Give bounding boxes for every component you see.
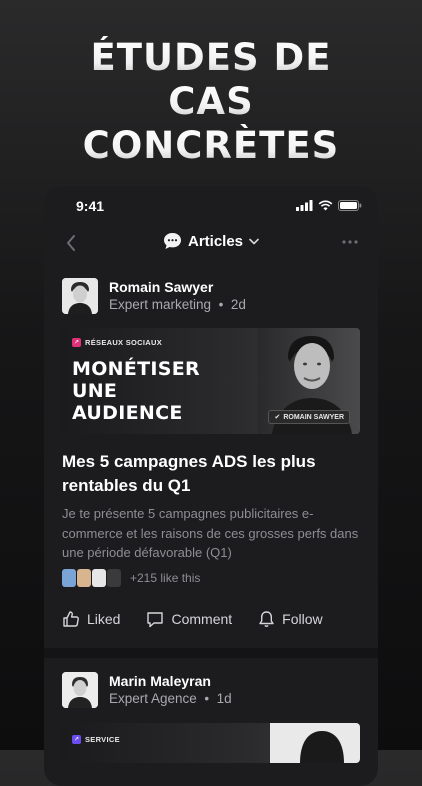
hero-line-1: ÉTUDES DE (0, 36, 422, 80)
author-name: Romain Sawyer (109, 279, 214, 295)
author-role: Expert Agence (109, 691, 197, 706)
post-actions: Liked Comment Follow (62, 610, 349, 628)
article-headline[interactable]: Mes 5 campagnes ADS les plus rentables d… (62, 450, 362, 498)
banner-author-pill: ✔ ROMAIN SAWYER (268, 410, 350, 424)
avatar (62, 672, 98, 708)
battery-icon (338, 200, 362, 211)
meta-separator: • (214, 297, 228, 312)
post-author[interactable]: Romain Sawyer Expert marketing • 2d (62, 278, 246, 314)
article-banner[interactable]: ↗ SERVICE (62, 723, 360, 763)
status-time: 9:41 (76, 198, 105, 214)
meta-separator: • (200, 691, 213, 706)
nav-title: Articles (187, 232, 244, 250)
chat-bubble-icon (163, 233, 181, 249)
hero-line-3: CONCRÈTES (0, 124, 422, 168)
nav-bar: Articles (44, 226, 378, 262)
wifi-icon (318, 200, 333, 211)
comment-button[interactable]: Comment (146, 611, 232, 628)
feed-selector[interactable]: Articles (44, 232, 378, 250)
avatar (62, 278, 98, 314)
banner-tag-label: SERVICE (85, 735, 120, 744)
liker-avatar (92, 569, 106, 587)
follow-button[interactable]: Follow (258, 610, 323, 628)
like-button[interactable]: Liked (62, 610, 120, 628)
comment-label: Comment (171, 611, 233, 627)
like-label: Liked (87, 611, 121, 627)
banner-title: MONÉTISER UNE AUDIENCE (72, 358, 200, 424)
liker-avatar (107, 569, 121, 587)
article-excerpt: Je te présente 5 campagnes publicitaires… (62, 506, 359, 560)
post-divider (44, 648, 378, 658)
banner-portrait (270, 723, 360, 763)
banner-title-line-3: AUDIENCE (72, 402, 183, 424)
hero-heading: ÉTUDES DE CAS CONCRÈTES (0, 36, 422, 168)
liker-avatar (62, 569, 76, 587)
author-role: Expert marketing (109, 297, 212, 312)
tag-icon: ↗ (72, 735, 81, 744)
banner-title-line-1: MONÉTISER (72, 358, 200, 380)
phone-screen: 9:41 Articles Romain Sawyer Expert marke… (44, 186, 378, 786)
status-icons (296, 200, 362, 211)
more-options-icon[interactable] (342, 240, 358, 244)
liker-avatar (77, 569, 91, 587)
banner-title-line-2: UNE (72, 380, 118, 402)
comment-icon (147, 611, 164, 627)
signal-icon (296, 200, 313, 211)
banner-tag: ↗ RÉSEAUX SOCIAUX (72, 338, 162, 347)
hero-line-2: CAS (0, 80, 422, 124)
likes-count: +215 like this (130, 571, 201, 585)
tag-icon: ↗ (72, 338, 81, 347)
likes-row[interactable]: +215 like this (62, 569, 200, 587)
banner-tag-label: RÉSEAUX SOCIAUX (85, 338, 163, 347)
article-banner[interactable]: ↗ RÉSEAUX SOCIAUX MONÉTISER UNE AUDIENCE… (62, 328, 360, 434)
author-meta: Expert Agence • 1d (109, 690, 232, 708)
verified-icon: ✔ (274, 414, 281, 421)
bell-icon (259, 611, 274, 627)
banner-author-name: ROMAIN SAWYER (283, 413, 344, 421)
status-bar: 9:41 (44, 186, 378, 226)
post-age: 1d (216, 691, 232, 706)
follow-label: Follow (282, 611, 323, 627)
author-name: Marin Maleyran (109, 673, 211, 689)
chevron-down-icon (249, 238, 259, 244)
post-author[interactable]: Marin Maleyran Expert Agence • 1d (62, 672, 232, 708)
post-age: 2d (230, 297, 246, 312)
thumbs-up-icon (63, 611, 79, 627)
banner-tag: ↗ SERVICE (72, 735, 120, 744)
author-meta: Expert marketing • 2d (109, 296, 246, 314)
